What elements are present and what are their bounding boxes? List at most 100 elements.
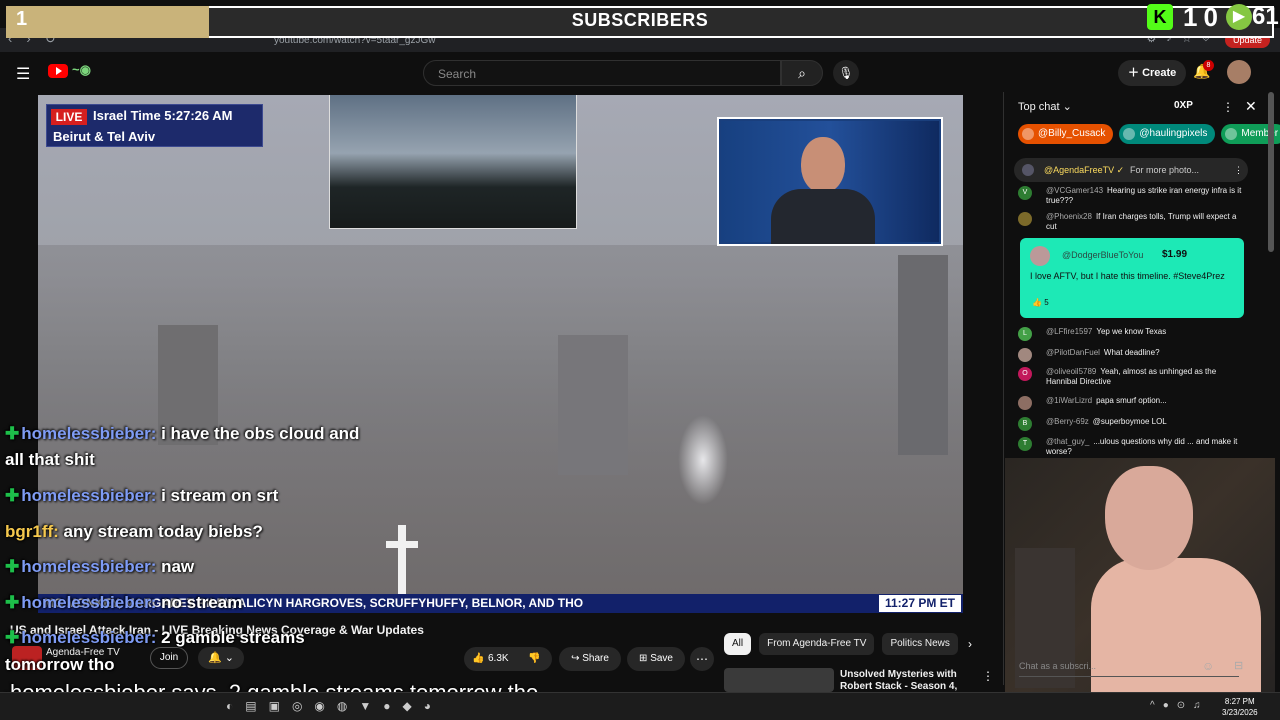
firefox-icon[interactable]: ●	[383, 699, 390, 713]
subscription-bell-button[interactable]: 🔔 ⌄	[198, 647, 244, 669]
host-head	[801, 137, 845, 193]
stream-chat-line: ✚ homelessbieber: naw	[5, 557, 194, 577]
pinned-menu-icon[interactable]: ⋮	[1234, 158, 1243, 182]
mic-tray-icon[interactable]: ●	[1163, 700, 1169, 711]
smoke-plume	[678, 415, 728, 505]
logo-doodle[interactable]: ~◉	[72, 62, 91, 78]
chat-avatar	[1018, 348, 1032, 362]
pinned-avatar	[1022, 164, 1034, 176]
more-actions-icon[interactable]: ⋯	[690, 647, 714, 671]
emoji-icon[interactable]: ☺	[1202, 659, 1214, 673]
folder-icon[interactable]: ▤	[245, 699, 256, 713]
ticker-chip[interactable]: @haulingpixels	[1119, 124, 1216, 144]
network-icon[interactable]: ⊙	[1177, 700, 1185, 711]
stream-chat-line: bgr1ff: any stream today biebs?	[5, 522, 263, 542]
stream-chat-user: homelessbieber:	[21, 557, 162, 576]
chat-scrollbar[interactable]	[1268, 92, 1274, 252]
share-button[interactable]: ↪ Share	[559, 647, 621, 671]
chat-author: @1iWarLizrd	[1046, 396, 1093, 405]
thumbs-down-icon[interactable]: 👎	[528, 647, 540, 671]
kick-count: 10	[1183, 2, 1224, 32]
stream-chat-text: all that shit	[5, 450, 95, 469]
create-button[interactable]: ＋ Create	[1118, 60, 1187, 86]
cross-monument-bar	[386, 541, 418, 548]
ticker-time: 11:27 PM ET	[878, 595, 961, 612]
ticker-name: @haulingpixels	[1139, 128, 1208, 139]
screen: ‹ › ↻ youtube.com/watch?v=5taar_gzJGw ⚙ …	[0, 0, 1280, 720]
building	[558, 335, 628, 475]
ticker-chip[interactable]: @Billy_Cusack	[1018, 124, 1114, 144]
chip-all[interactable]: All	[724, 633, 752, 655]
chat-menu-icon[interactable]: ⋮	[1222, 100, 1234, 114]
chat-avatar	[1018, 396, 1032, 410]
notification-count: 8	[1203, 60, 1214, 71]
chat-message-body: @that_guy_ ...ulous questions why did ...…	[1046, 437, 1246, 457]
chat-author: @Phoenix28	[1046, 212, 1092, 221]
building	[898, 255, 948, 455]
like-button[interactable]: 👍 6.3K 👎	[464, 647, 552, 671]
live-info-box: LIVE Israel Time 5:27:26 AM Beirut & Tel…	[46, 104, 263, 147]
chat-mode-dropdown[interactable]: Top chat ⌄	[1018, 100, 1072, 113]
clock[interactable]: 8:27 PM 3/23/2026	[1222, 696, 1258, 718]
chat-message-body: @VCGamer143 Hearing us strike iran energy…	[1046, 186, 1246, 206]
kick-icon: K	[1147, 4, 1173, 30]
obs-icon[interactable]: ◍	[337, 699, 347, 713]
recommendation-thumbnail[interactable]	[724, 668, 834, 692]
pinned-text: For more photo...	[1130, 165, 1200, 175]
host-body	[771, 189, 875, 244]
chevron-up-icon[interactable]: ^	[1150, 700, 1155, 711]
chip-from-channel[interactable]: From Agenda-Free TV	[759, 633, 875, 655]
mic-icon[interactable]: 🎙	[833, 60, 859, 86]
join-button[interactable]: Join	[150, 647, 188, 669]
system-tray: ^ ● ⊙ ♫	[1150, 700, 1201, 711]
taskbar: ◐ ▤ ▣ ◎ ◉ ◍ ▼ ● ◆ ◕ ^ ● ⊙ ♫ 8:27 PM 3/23…	[0, 692, 1280, 720]
close-icon[interactable]: ✕	[1245, 98, 1257, 115]
brave-icon[interactable]: ▼	[359, 699, 371, 713]
chat-author: @LFfire1597	[1046, 327, 1093, 336]
chip-politics-news[interactable]: Politics News	[882, 633, 958, 655]
discord-icon[interactable]: ◕	[424, 699, 431, 713]
volume-icon[interactable]: ♫	[1193, 700, 1201, 711]
moderator-badge-icon: ✚	[5, 593, 20, 612]
stream-chat-user: homelessbieber:	[21, 486, 162, 505]
israel-time: Israel Time 5:27:26 AM	[93, 108, 233, 123]
stream-chat-text: any stream today biebs?	[63, 522, 263, 541]
like-count: 6.3K	[488, 653, 509, 664]
subscriber-overlay: 1 SUBSCRIBERS K 10 ▶ 61	[0, 0, 1280, 38]
location-label: Beirut & Tel Aviv	[53, 129, 156, 144]
steam-icon[interactable]: ◎	[292, 699, 302, 713]
superchat-author: @DodgerBlueToYou	[1062, 250, 1144, 260]
chat-author: @VCGamer143	[1046, 186, 1104, 195]
chrome-icon[interactable]: ◉	[314, 699, 324, 713]
avatar[interactable]	[1227, 60, 1251, 84]
stream-chat-text: 2 gamble streams	[161, 628, 305, 647]
pinned-message[interactable]: @AgendaFreeTV ✓ For more photo... ⋮	[1014, 158, 1248, 182]
chat-avatar: V	[1018, 186, 1032, 200]
chat-tickers: @Billy_Cusack @haulingpixels Member	[1018, 124, 1280, 144]
chat-author: @oliveoil5789	[1046, 367, 1097, 376]
youtube-logo-icon[interactable]	[48, 64, 68, 78]
terminal-icon[interactable]: ▣	[269, 699, 280, 713]
superchat-likes[interactable]: 👍 5	[1032, 298, 1049, 307]
save-button[interactable]: ⊞ Save	[627, 647, 685, 671]
create-label: Create	[1142, 67, 1177, 79]
ticker-avatar	[1123, 128, 1136, 140]
stream-chat-user: homelessbieber:	[21, 593, 162, 612]
edge-icon[interactable]: ◐	[226, 699, 233, 713]
ticker-name: @Billy_Cusack	[1038, 128, 1106, 139]
vscode-icon[interactable]: ◆	[403, 699, 412, 713]
super-chat: @DodgerBlueToYou $1.99 I love AFTV, but …	[1020, 238, 1244, 318]
recommendation-more-icon[interactable]: ⋮	[982, 669, 994, 683]
share-label: Share	[582, 653, 609, 664]
chevron-right-icon[interactable]: ›	[968, 637, 972, 651]
search-button[interactable]: ⌕	[781, 60, 823, 86]
youtube-header: ☰ ~◉ Search ⌕ 🎙 ＋ Create 🔔 8	[0, 52, 1280, 92]
send-icon[interactable]: ⊟	[1234, 659, 1243, 672]
chat-author: @Berry-69z	[1046, 417, 1089, 426]
menu-icon[interactable]: ☰	[16, 64, 30, 84]
search-input[interactable]: Search	[423, 60, 781, 86]
superchat-avatar	[1030, 246, 1050, 266]
stream-chat-text: i stream on srt	[161, 486, 279, 505]
cross-monument	[398, 525, 406, 595]
ticker-avatar	[1225, 128, 1238, 140]
